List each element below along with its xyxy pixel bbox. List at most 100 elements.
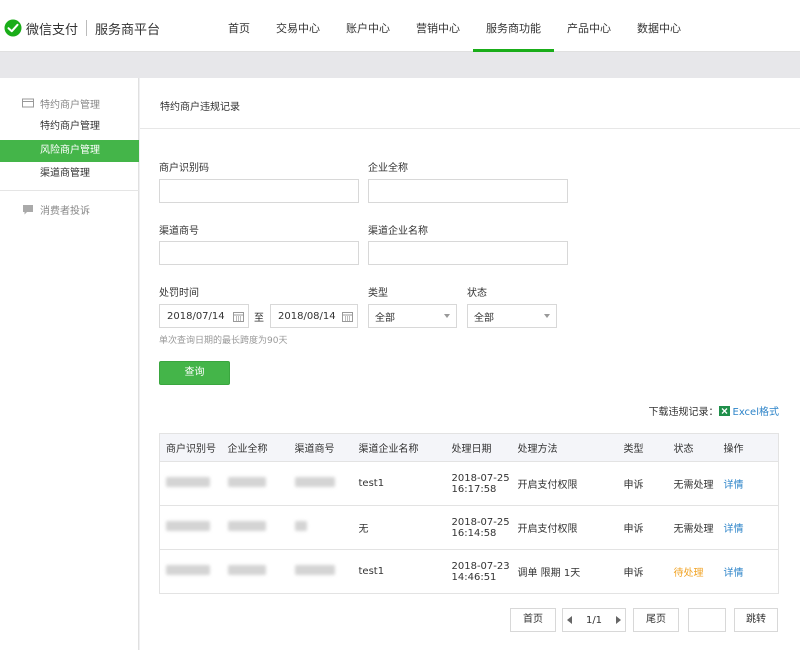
redacted-value: [294, 521, 307, 531]
excel-icon: [718, 405, 730, 416]
cell-company-name: [221, 461, 289, 506]
sidebar: 特约商户管理 特约商户管理 风险商户管理 渠道商管理 消费者投诉: [0, 78, 139, 650]
table-row: test1 2018-07-25 16:17:58 开启支付权限 申诉 无需处理 …: [159, 461, 779, 506]
cell-type: 申诉: [617, 505, 668, 550]
nav-trade-center[interactable]: 交易中心: [263, 0, 333, 52]
download-area: 下载违规记录： Excel格式: [648, 403, 780, 418]
redacted-value: [294, 477, 335, 487]
company-name-input[interactable]: [368, 179, 568, 203]
status-select-value: 全部: [474, 312, 494, 324]
col-type: 类型: [617, 433, 668, 462]
next-page-icon[interactable]: [616, 616, 621, 624]
detail-link[interactable]: 详情: [724, 524, 744, 535]
col-date: 处理日期: [445, 433, 512, 462]
wechat-pay-icon: [4, 19, 22, 37]
query-button[interactable]: 查询: [159, 361, 230, 385]
cell-channel-company: test1: [352, 461, 446, 506]
nav-account-center[interactable]: 账户中心: [333, 0, 403, 52]
logo[interactable]: 微信支付 服务商平台: [4, 18, 160, 38]
date-range-hint: 单次查询日期的最长跨度为90天: [159, 336, 288, 346]
time-value: 16:17:58: [451, 483, 497, 495]
jump-page-input[interactable]: [688, 608, 726, 632]
channel-company-input[interactable]: [368, 241, 568, 265]
nav-marketing-center[interactable]: 营销中心: [403, 0, 473, 52]
cell-channel-id: [288, 461, 353, 506]
calendar-icon: [233, 311, 244, 322]
nav-data-center[interactable]: 数据中心: [624, 0, 694, 52]
cell-date: 2018-07-25 16:17:58: [445, 461, 512, 506]
redacted-value: [166, 477, 210, 487]
sidebar-group-label: 特约商户管理: [40, 99, 100, 111]
cell-date: 2018-07-23 14:46:51: [445, 549, 512, 594]
logo-separator: [86, 20, 88, 36]
page-indicator: 1/1: [562, 608, 626, 632]
sidebar-group-label: 消费者投诉: [40, 205, 90, 217]
page-title: 特约商户违规记录: [160, 102, 240, 113]
cell-action: 详情: [717, 505, 779, 550]
main-nav: 首页 交易中心 账户中心 营销中心 服务商功能 产品中心 数据中心: [215, 0, 694, 52]
last-page-button[interactable]: 尾页: [633, 608, 679, 632]
cell-method: 开启支付权限: [511, 505, 618, 550]
first-page-button[interactable]: 首页: [510, 608, 556, 632]
redacted-value: [166, 565, 210, 575]
redacted-value: [166, 521, 210, 531]
date-from-input[interactable]: 2018/07/14: [159, 304, 249, 328]
cell-date: 2018-07-25 16:14:58: [445, 505, 512, 550]
detail-link[interactable]: 详情: [724, 480, 744, 491]
cell-merchant-id: [159, 549, 222, 594]
redacted-value: [294, 565, 335, 575]
sidebar-group-merchant: 特约商户管理: [22, 96, 100, 111]
cell-channel-company: test1: [352, 549, 446, 594]
status-label: 状态: [467, 288, 487, 299]
date-value: 2018-07-25: [451, 516, 510, 528]
cell-action: 详情: [717, 461, 779, 506]
cell-merchant-id: [159, 505, 222, 550]
date-value: 2018-07-23: [451, 560, 510, 572]
jump-button[interactable]: 跳转: [734, 608, 778, 632]
title-divider: [140, 128, 800, 129]
sub-bar: [0, 52, 800, 78]
nav-provider-functions[interactable]: 服务商功能: [473, 0, 554, 52]
date-to-input[interactable]: 2018/08/14: [270, 304, 358, 328]
type-select-value: 全部: [375, 312, 395, 324]
download-label: 下载违规记录：: [648, 407, 719, 418]
date-separator: 至: [254, 313, 264, 324]
type-select[interactable]: 全部: [368, 304, 457, 328]
status-select[interactable]: 全部: [467, 304, 557, 328]
channel-id-label: 渠道商号: [159, 226, 199, 237]
prev-page-icon[interactable]: [567, 616, 572, 624]
channel-id-input[interactable]: [159, 241, 359, 265]
sidebar-item-channel-management[interactable]: 渠道商管理: [0, 163, 139, 185]
sidebar-item-merchant-management[interactable]: 特约商户管理: [0, 116, 139, 138]
col-merchant-id: 商户识别号: [159, 433, 222, 462]
nav-home[interactable]: 首页: [215, 0, 263, 52]
brand-name: 微信支付: [26, 22, 79, 38]
nav-product-center[interactable]: 产品中心: [554, 0, 624, 52]
time-value: 14:46:51: [451, 571, 497, 583]
date-value: 2018-07-25: [451, 472, 510, 484]
merchant-id-input[interactable]: [159, 179, 359, 203]
cell-channel-id: [288, 505, 353, 550]
cell-merchant-id: [159, 461, 222, 506]
excel-download-link[interactable]: Excel格式: [733, 403, 780, 418]
sidebar-item-risk-merchant[interactable]: 风险商户管理: [0, 140, 139, 162]
top-bar: 微信支付 服务商平台 首页 交易中心 账户中心 营销中心 服务商功能 产品中心 …: [0, 0, 800, 52]
col-company-name: 企业全称: [221, 433, 289, 462]
cell-status: 无需处理: [667, 505, 718, 550]
violation-table: 商户识别号 企业全称 渠道商号 渠道企业名称 处理日期 处理方法 类型 状态 操…: [159, 433, 779, 594]
col-method: 处理方法: [511, 433, 618, 462]
sidebar-group-complaints[interactable]: 消费者投诉: [22, 202, 90, 217]
cell-status: 待处理: [667, 549, 718, 594]
cell-status: 无需处理: [667, 461, 718, 506]
time-value: 16:14:58: [451, 527, 497, 539]
cell-type: 申诉: [617, 461, 668, 506]
message-icon: [23, 204, 33, 214]
cell-method: 调单 限期 1天: [511, 549, 618, 594]
col-channel-id: 渠道商号: [288, 433, 353, 462]
detail-link[interactable]: 详情: [724, 568, 744, 579]
chevron-down-icon: [444, 314, 450, 318]
chevron-down-icon: [544, 314, 550, 318]
cell-type: 申诉: [617, 549, 668, 594]
redacted-value: [227, 521, 266, 531]
platform-name: 服务商平台: [95, 22, 161, 38]
